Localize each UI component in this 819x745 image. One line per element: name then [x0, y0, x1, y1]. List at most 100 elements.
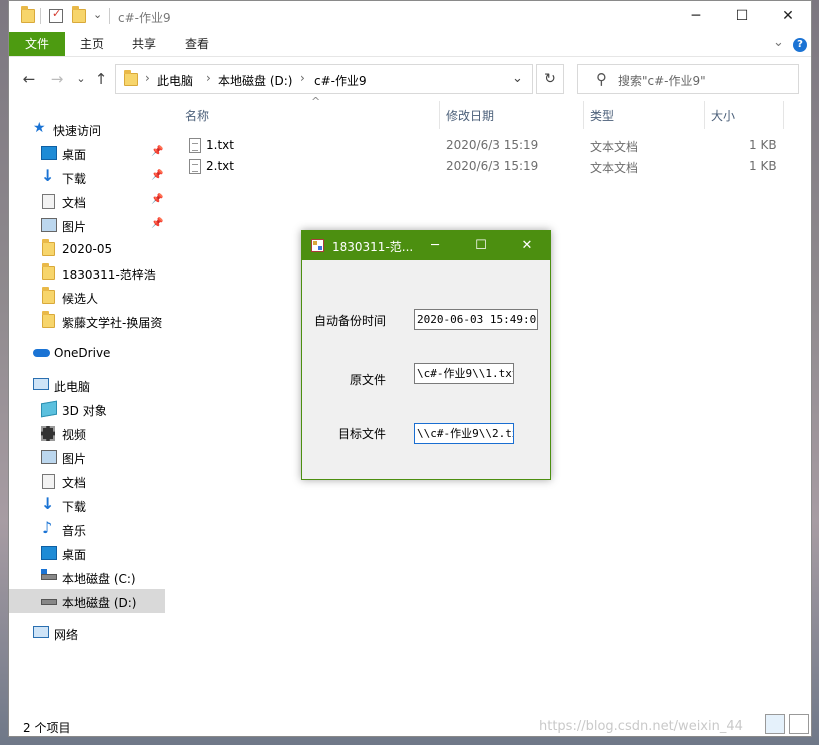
- large-icons-view-icon[interactable]: [789, 714, 809, 734]
- pin-icon[interactable]: 📌: [151, 218, 163, 229]
- window-title: c#-作业9: [118, 11, 171, 25]
- nav-videos[interactable]: 视频: [9, 421, 165, 445]
- column-divider[interactable]: [783, 101, 784, 129]
- document-icon: [42, 474, 55, 489]
- close-button[interactable]: ✕: [765, 1, 811, 32]
- dialog-minimize-button[interactable]: ─: [412, 231, 458, 260]
- nav-pictures[interactable]: 图片 📌: [9, 213, 165, 237]
- search-box[interactable]: ⚲ 搜索"c#-作业9": [577, 64, 799, 94]
- breadcrumb-this-pc[interactable]: 此电脑: [157, 72, 193, 89]
- nav-quick-access[interactable]: ★ 快速访问: [9, 117, 165, 141]
- nav-label: 本地磁盘 (D:): [62, 596, 137, 610]
- tab-home[interactable]: 主页: [67, 32, 117, 56]
- minimize-button[interactable]: ─: [673, 1, 719, 32]
- search-icon: ⚲: [596, 70, 607, 88]
- nav-folder-candidates[interactable]: 候选人: [9, 285, 165, 309]
- pin-icon[interactable]: 📌: [151, 170, 163, 181]
- column-header-name[interactable]: 名称: [185, 107, 209, 124]
- breadcrumb-separator[interactable]: ›: [145, 71, 150, 85]
- backup-time-field[interactable]: 2020-06-03 15:49:03: [414, 309, 538, 330]
- nav-pictures-pc[interactable]: 图片: [9, 445, 165, 469]
- folder-icon: [42, 263, 55, 280]
- windows-logo-icon: [41, 569, 47, 574]
- nav-network[interactable]: 网络: [9, 621, 165, 645]
- up-arrow-icon[interactable]: ↑: [89, 67, 113, 91]
- nav-documents-pc[interactable]: 文档: [9, 469, 165, 493]
- file-size: 1 KB: [749, 159, 777, 173]
- nav-downloads-pc[interactable]: ↓ 下载: [9, 493, 165, 517]
- tab-file[interactable]: 文件: [9, 32, 65, 56]
- address-bar[interactable]: › 此电脑 › 本地磁盘 (D:) › c#-作业9 ⌄: [115, 64, 533, 94]
- nav-label: 文档: [62, 196, 87, 210]
- column-header-size[interactable]: 大小: [711, 107, 735, 124]
- nav-label: 2020-05: [62, 242, 113, 256]
- source-file-field[interactable]: \c#-作业9\\1.txt: [414, 363, 514, 384]
- breadcrumb-current-folder[interactable]: c#-作业9: [314, 72, 367, 89]
- details-view-icon[interactable]: [765, 714, 785, 734]
- back-arrow-icon[interactable]: ←: [17, 67, 41, 91]
- new-folder-icon[interactable]: [72, 6, 86, 23]
- nav-folder-1830311[interactable]: 1830311-范梓浩: [9, 261, 165, 285]
- star-icon: ★: [33, 120, 46, 136]
- file-type: 文本文档: [590, 161, 639, 175]
- breadcrumb-separator[interactable]: ›: [300, 71, 305, 85]
- maximize-button[interactable]: ☐: [719, 1, 765, 32]
- pin-icon[interactable]: 📌: [151, 146, 163, 157]
- nav-label: 桌面: [62, 148, 87, 162]
- nav-folder-2020-05[interactable]: 2020-05: [9, 237, 165, 261]
- nav-folder-literary-club[interactable]: 紫藤文学社-换届资: [9, 309, 165, 333]
- breadcrumb-drive-d[interactable]: 本地磁盘 (D:): [218, 72, 292, 89]
- column-divider[interactable]: [704, 101, 705, 129]
- column-divider[interactable]: [583, 101, 584, 129]
- backup-time-label: 自动备份时间: [313, 314, 386, 328]
- folder-icon: [21, 6, 35, 23]
- column-header-type[interactable]: 类型: [590, 107, 614, 124]
- breadcrumb-separator[interactable]: ›: [206, 71, 211, 85]
- computer-icon: [33, 378, 49, 390]
- nav-label: 网络: [54, 628, 79, 642]
- nav-desktop[interactable]: 桌面 📌: [9, 141, 165, 165]
- navigation-pane: ★ 快速访问 桌面 📌 ↓ 下载 📌 文档 📌 图片 📌 2020-05 183…: [9, 111, 165, 711]
- forward-arrow-icon[interactable]: →: [45, 67, 69, 91]
- download-arrow-icon: ↓: [41, 166, 55, 185]
- nav-downloads[interactable]: ↓ 下载 📌: [9, 165, 165, 189]
- help-icon[interactable]: ?: [793, 38, 807, 52]
- dialog-close-button[interactable]: ✕: [504, 231, 550, 260]
- nav-label: 1830311-范梓浩: [62, 268, 156, 282]
- expand-ribbon-icon[interactable]: ⌄: [773, 35, 784, 50]
- tab-view[interactable]: 查看: [171, 32, 223, 56]
- nav-documents[interactable]: 文档 📌: [9, 189, 165, 213]
- nav-drive-c[interactable]: 本地磁盘 (C:): [9, 565, 165, 589]
- music-note-icon: ♪: [42, 518, 53, 537]
- pin-icon[interactable]: 📌: [151, 194, 163, 205]
- properties-icon[interactable]: [49, 7, 63, 23]
- column-header-date[interactable]: 修改日期: [446, 107, 494, 124]
- cloud-icon: [33, 349, 50, 357]
- network-icon: [33, 626, 49, 638]
- app-icon: [311, 239, 324, 252]
- title-bar: ⌄ c#-作业9 ─ ☐ ✕: [9, 1, 811, 32]
- tab-share[interactable]: 共享: [119, 32, 169, 56]
- target-file-field[interactable]: \\c#-作业9\\2.tx: [414, 423, 514, 444]
- dialog-title-bar[interactable]: 1830311-范... ─ ☐ ✕: [302, 231, 550, 260]
- nav-label: 快速访问: [53, 124, 102, 138]
- folder-icon: [42, 239, 55, 256]
- dialog-maximize-button[interactable]: ☐: [458, 231, 504, 260]
- desktop-icon: [41, 546, 57, 560]
- file-name: 1.txt: [206, 138, 234, 152]
- nav-desktop-pc[interactable]: 桌面: [9, 541, 165, 565]
- address-dropdown-icon[interactable]: ⌄: [512, 71, 523, 86]
- nav-music[interactable]: ♪ 音乐: [9, 517, 165, 541]
- divider: [40, 8, 41, 24]
- nav-3d-objects[interactable]: 3D 对象: [9, 397, 165, 421]
- file-row[interactable]: 2.txt 2020/6/3 15:19 文本文档 1 KB: [179, 156, 789, 177]
- nav-this-pc[interactable]: 此电脑: [9, 373, 165, 397]
- customize-quick-access-icon[interactable]: ⌄: [93, 8, 102, 21]
- column-divider[interactable]: [439, 101, 440, 129]
- nav-onedrive[interactable]: OneDrive: [9, 341, 165, 365]
- picture-icon: [41, 450, 57, 464]
- refresh-button[interactable]: ↻: [536, 64, 564, 94]
- file-row[interactable]: 1.txt 2020/6/3 15:19 文本文档 1 KB: [179, 135, 789, 156]
- file-size: 1 KB: [749, 138, 777, 152]
- nav-drive-d[interactable]: 本地磁盘 (D:): [9, 589, 165, 613]
